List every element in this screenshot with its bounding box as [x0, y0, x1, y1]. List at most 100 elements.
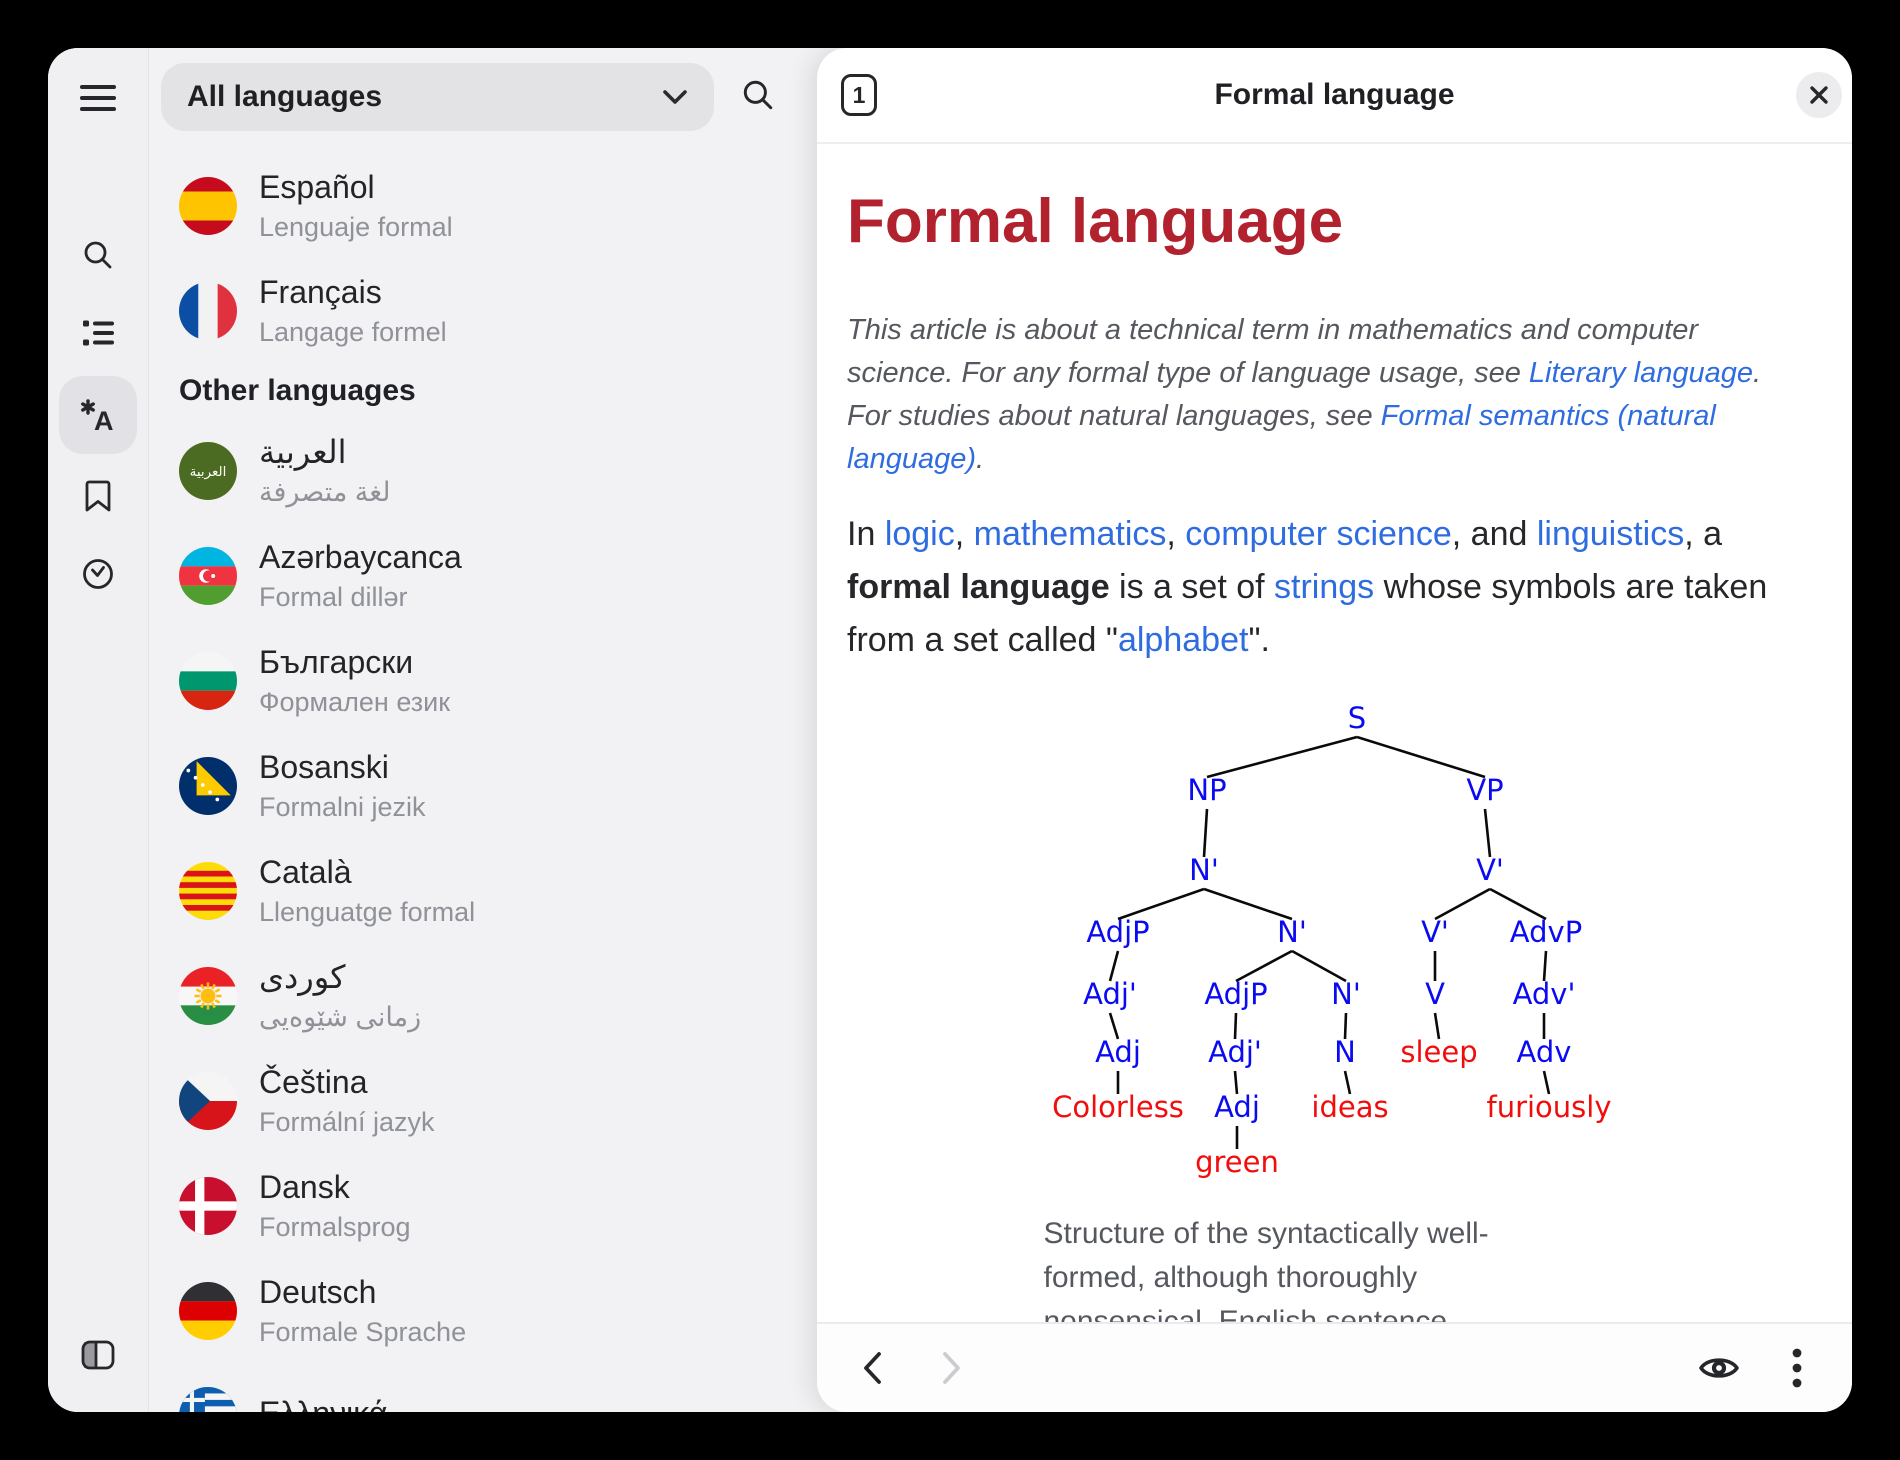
inline-link[interactable]: strings [1274, 568, 1374, 606]
language-title: Français [259, 273, 447, 311]
language-item[interactable]: العربية العربية لغة متصرفة [149, 418, 817, 523]
hamburger-icon [79, 81, 117, 115]
translate-icon: A [78, 397, 118, 433]
language-item[interactable]: Azərbaycanca Formal dillər [149, 523, 817, 628]
flag-czechia [179, 1072, 237, 1130]
flag-spain [179, 177, 237, 235]
language-article-title: زمانی شێوەیی [259, 1001, 421, 1033]
language-item[interactable]: Čeština Formální jazyk [149, 1048, 817, 1153]
flag-arabic: العربية [179, 442, 237, 500]
language-article-title: Формален език [259, 686, 450, 718]
language-article-title: Lenguaje formal [259, 211, 453, 243]
article-header: 1 Formal language [817, 48, 1852, 144]
language-article-title: Llenguatge formal [259, 896, 475, 928]
close-button[interactable] [1796, 72, 1842, 118]
search-nav-button[interactable] [59, 216, 137, 294]
tree-node-adjb2: Adj' [1208, 1035, 1262, 1069]
language-item[interactable]: Español Lenguaje formal [149, 153, 817, 258]
language-item[interactable]: Bosanski Formalni jezik [149, 733, 817, 838]
syntax-tree-figure: SNPVPN'V'AdjPN'V'AdvPAdj'AdjPN'VAdv'AdjA… [1038, 697, 1638, 1412]
inline-link[interactable]: mathematics [974, 515, 1167, 553]
inline-link[interactable]: computer science [1185, 515, 1451, 553]
tree-node-ideas: ideas [1311, 1090, 1388, 1124]
tree-node-adjp2: AdjP [1204, 977, 1267, 1011]
language-list: Español Lenguaje formal Français Langage… [149, 131, 817, 1412]
language-item[interactable]: کوردی زمانی شێوەیی [149, 943, 817, 1048]
chevron-down-icon [662, 89, 688, 105]
inline-link[interactable]: linguistics [1537, 515, 1684, 553]
language-item[interactable]: Deutsch Formale Sprache [149, 1258, 817, 1363]
search-icon [740, 77, 776, 113]
language-article-title: Formalsprog [259, 1211, 411, 1243]
language-item[interactable]: Français Langage formel [149, 258, 817, 363]
inline-link[interactable]: logic [885, 515, 955, 553]
languages-button[interactable]: A [59, 376, 137, 454]
tree-node-n3: N' [1331, 977, 1361, 1011]
clock-icon [81, 557, 115, 591]
flag-bulgaria [179, 652, 237, 710]
language-item[interactable]: Dansk Formalsprog [149, 1153, 817, 1258]
language-title: Dansk [259, 1168, 411, 1206]
tree-node-v2: V' [1421, 915, 1449, 949]
icon-rail: A [48, 48, 149, 1412]
eye-icon [1697, 1352, 1741, 1384]
language-item[interactable]: Български Формален език [149, 628, 817, 733]
language-title: Català [259, 853, 475, 891]
language-section-header: Other languages [149, 363, 817, 418]
search-icon [81, 238, 115, 272]
syntax-tree-diagram: SNPVPN'V'AdjPN'V'AdvPAdj'AdjPN'VAdv'AdjA… [1038, 697, 1638, 1189]
article-panel: 1 Formal language Formal language This a… [817, 48, 1852, 1412]
menu-button[interactable] [59, 59, 137, 137]
bookmarks-button[interactable] [59, 457, 137, 535]
more-menu-button[interactable] [1766, 1337, 1828, 1399]
tree-node-advp: AdvP [1509, 915, 1581, 949]
language-article-title: Langage formel [259, 316, 447, 348]
language-title: Azərbaycanca [259, 538, 462, 576]
forward-button[interactable] [921, 1337, 983, 1399]
back-button[interactable] [841, 1337, 903, 1399]
tree-node-colorless: Colorless [1052, 1090, 1184, 1124]
contents-button[interactable] [59, 294, 137, 372]
language-sidebar: All languages Español Lenguaje formal Fr… [149, 48, 817, 1412]
tree-node-n2: N' [1277, 915, 1307, 949]
tabs-button[interactable]: 1 [841, 74, 877, 116]
language-search-button[interactable] [740, 77, 776, 118]
language-title: Ελληνικά [259, 1394, 387, 1412]
flag-greece [179, 1387, 237, 1413]
close-icon [1809, 85, 1829, 105]
tree-node-sleep: sleep [1400, 1035, 1477, 1069]
article-header-title: Formal language [817, 78, 1852, 112]
chevron-left-icon [859, 1350, 885, 1386]
language-item[interactable]: Català Llenguatge formal [149, 838, 817, 943]
language-title: Bosanski [259, 748, 426, 786]
language-item[interactable]: Ελληνικά [149, 1363, 817, 1412]
history-button[interactable] [59, 535, 137, 613]
language-title: Español [259, 168, 453, 206]
flag-bosnia [179, 757, 237, 815]
list-icon [81, 318, 115, 348]
flag-denmark [179, 1177, 237, 1235]
tree-node-advb: Adv' [1512, 977, 1575, 1011]
tree-node-np: NP [1187, 773, 1226, 807]
flag-kurdistan [179, 967, 237, 1025]
app-window: A All languages [48, 48, 1852, 1412]
flag-france [179, 282, 237, 340]
toggle-sidebar-button[interactable] [59, 1316, 137, 1394]
chevron-right-icon [939, 1350, 965, 1386]
flag-azerbaijan [179, 547, 237, 605]
inline-link[interactable]: Literary language [1529, 357, 1753, 389]
language-title: Български [259, 643, 450, 681]
watch-button[interactable] [1688, 1337, 1750, 1399]
tree-node-furiously: furiously [1486, 1090, 1611, 1124]
sidebar-toggle-icon [80, 1339, 116, 1371]
language-article-title: Formale Sprache [259, 1316, 466, 1348]
language-title: Deutsch [259, 1273, 466, 1311]
tree-node-v1: V' [1476, 853, 1504, 887]
bookmark-icon [83, 479, 113, 513]
kebab-menu-icon [1791, 1347, 1803, 1389]
inline-link[interactable]: alphabet [1118, 621, 1248, 659]
language-article-title: لغة متصرفة [259, 476, 391, 508]
tree-node-adjp1: AdjP [1086, 915, 1149, 949]
tree-node-vp: VP [1466, 773, 1503, 807]
language-filter-dropdown[interactable]: All languages [161, 63, 714, 131]
